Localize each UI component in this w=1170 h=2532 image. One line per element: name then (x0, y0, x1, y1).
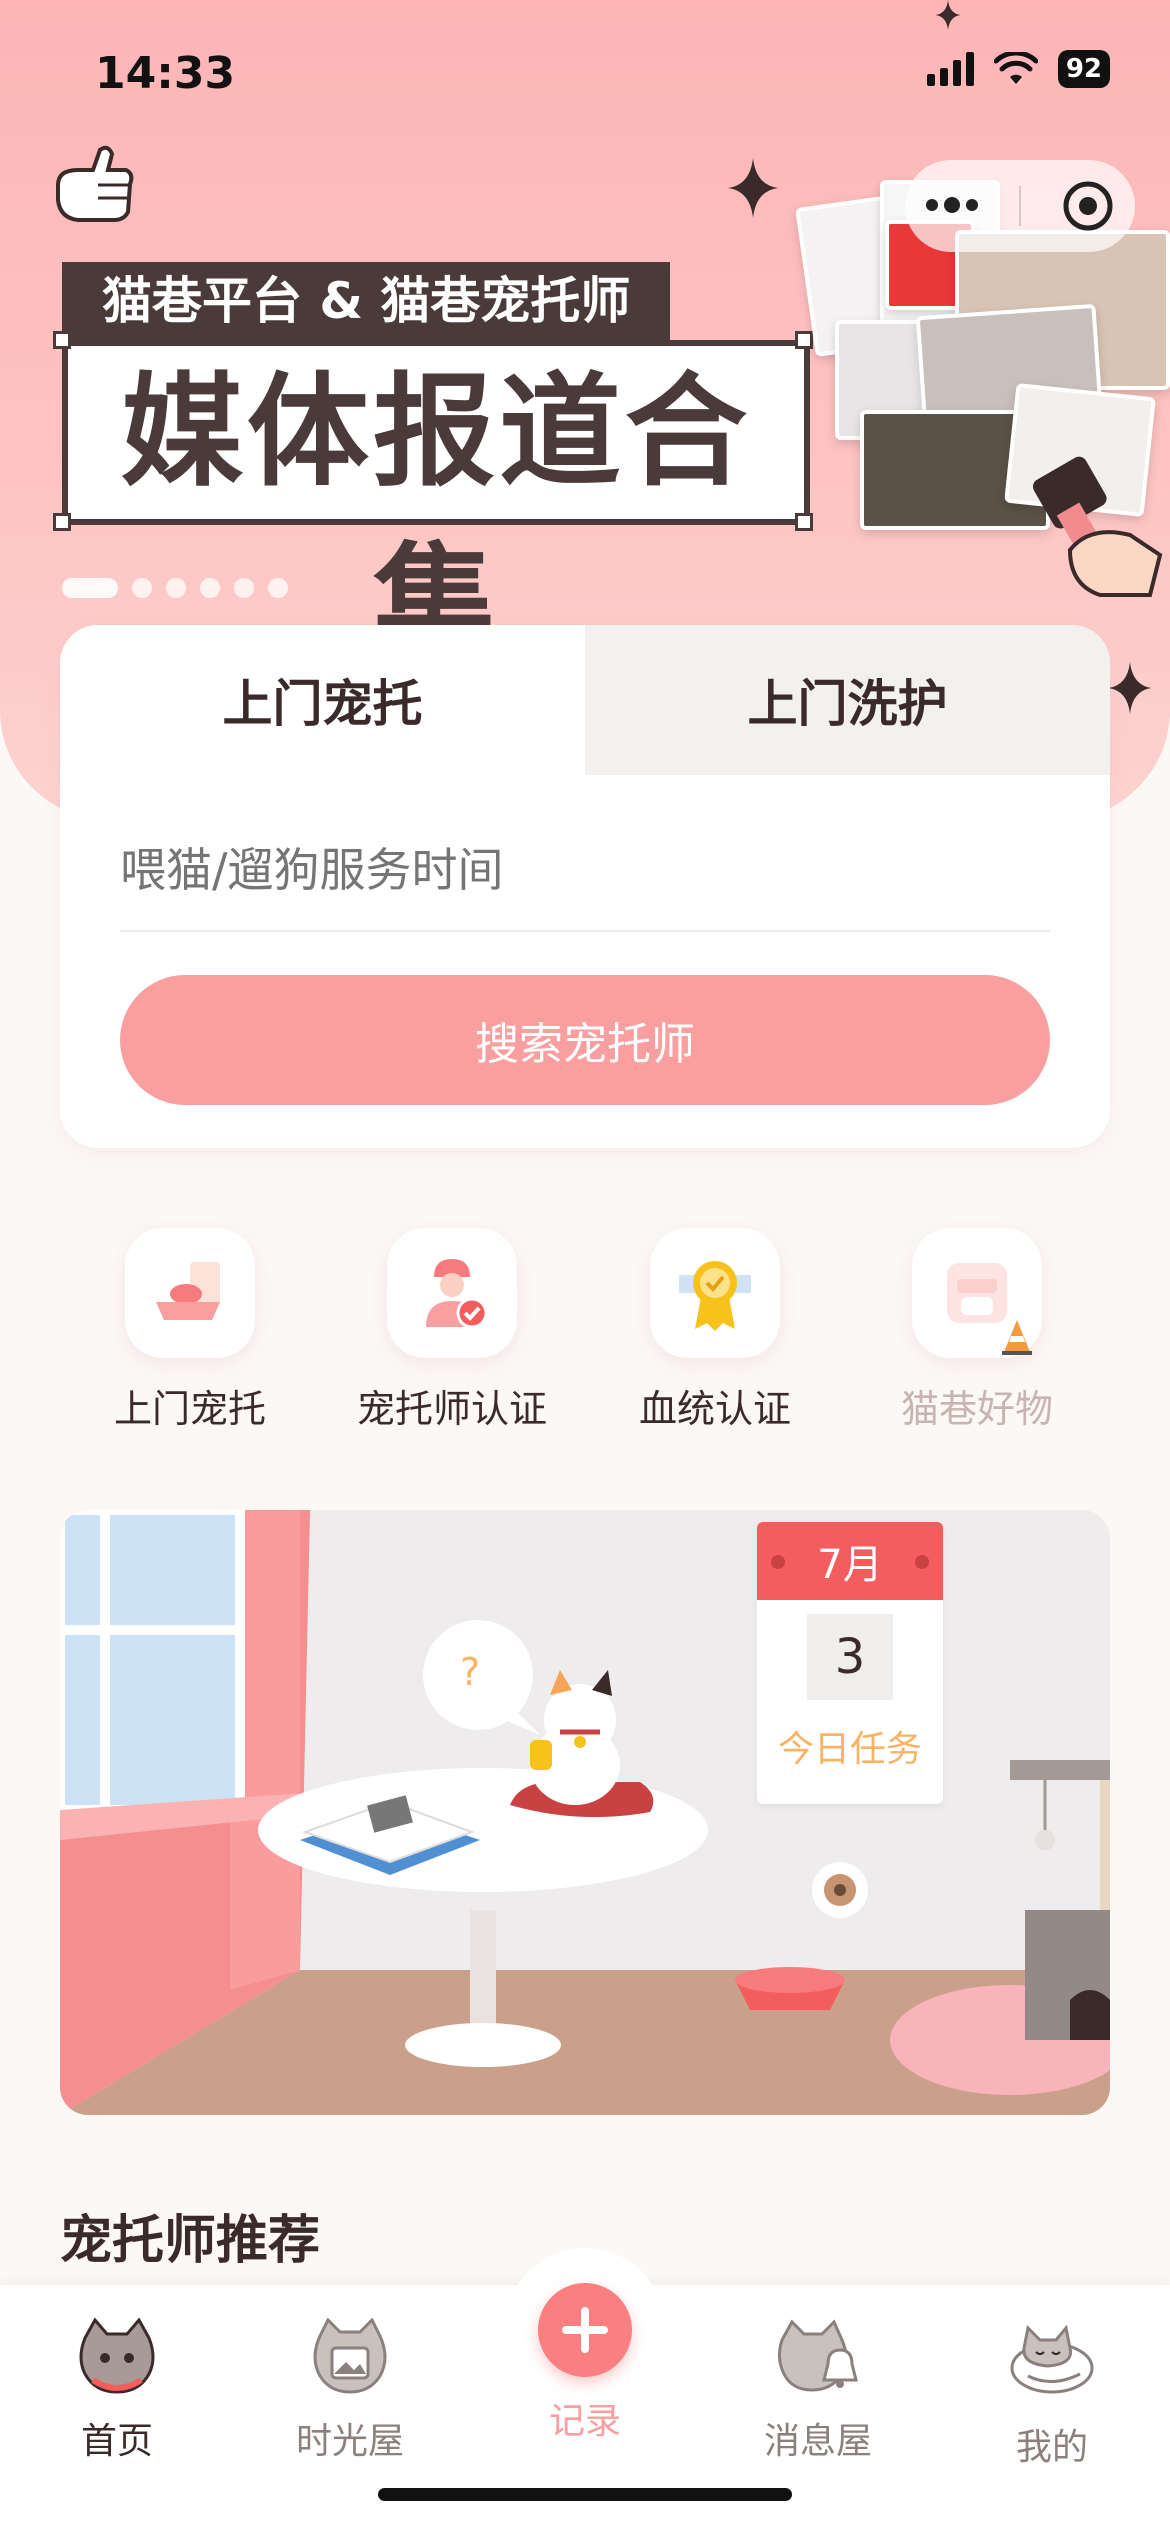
quick-entry-label: 上门宠托 (113, 1387, 266, 1431)
thumbs-up-icon (56, 145, 134, 222)
tab-home-pet-sitting[interactable]: 上门宠托 (60, 625, 585, 775)
carousel-dot[interactable] (62, 578, 118, 598)
divider (120, 930, 1050, 932)
nav-messages[interactable]: 消息屋 (733, 2318, 903, 2464)
frame-handle (53, 513, 71, 531)
cellular-signal-icon (926, 52, 974, 86)
award-badge-icon (679, 1261, 751, 1331)
verified-sitter-icon (426, 1259, 488, 1329)
calendar-month: 7月 (757, 1522, 943, 1600)
tab-home-grooming[interactable]: 上门洗护 (585, 625, 1110, 775)
cat-photo-icon (313, 2317, 387, 2394)
home-indicator (378, 2488, 792, 2501)
mini-program-capsule (905, 160, 1135, 252)
calendar-task-count: 3 (807, 1614, 893, 1700)
carousel-dot[interactable] (234, 578, 254, 598)
status-time: 14:33 (95, 48, 236, 99)
carousel-dot[interactable] (268, 578, 288, 598)
banner-subtitle: 猫巷平台 & 猫巷宠托师 (62, 262, 671, 340)
quick-entry-sitter-certification[interactable]: 宠托师认证 (357, 1228, 547, 1433)
sparkle-small-icon (935, 0, 961, 30)
booking-card: 上门宠托 上门洗护 搜索宠托师 (60, 625, 1110, 1148)
room-illustration (60, 1510, 1110, 2115)
nav-label-record[interactable]: 记录 (535, 2392, 635, 2444)
plus-icon (562, 2307, 608, 2353)
more-icon[interactable] (925, 197, 978, 213)
thought-bubble-text: ? (460, 1650, 481, 1694)
carousel-dot[interactable] (166, 578, 186, 598)
quick-entry-pedigree-certification[interactable]: 血统认证 (639, 1228, 791, 1433)
nav-label: 消息屋 (763, 2421, 872, 2462)
nav-label: 时光屋 (295, 2421, 404, 2462)
nav-time-house[interactable]: 时光屋 (265, 2317, 435, 2464)
carousel-dot[interactable] (132, 578, 152, 598)
wifi-icon (993, 52, 1038, 84)
cat-bell-icon (777, 2319, 858, 2392)
calendar-task-label: 今日任务 (777, 1729, 922, 1770)
quick-entry-home-pet-sitting[interactable]: 上门宠托 (114, 1228, 266, 1433)
quick-entry-label: 血统认证 (638, 1387, 791, 1431)
battery-icon: 92 (1057, 50, 1110, 88)
banner-title: 媒体报道合集 (62, 340, 810, 673)
carousel-indicator (62, 578, 288, 598)
close-target-icon[interactable] (1062, 180, 1114, 232)
sparkle-icon (728, 158, 778, 218)
quick-entry-shop[interactable]: 猫巷好物 (901, 1228, 1053, 1433)
quick-entry-label: 宠托师认证 (356, 1387, 547, 1431)
carousel-dot[interactable] (200, 578, 220, 598)
nav-label: 首页 (80, 2421, 153, 2462)
quick-entry-label: 猫巷好物 (900, 1387, 1053, 1431)
nav-home[interactable]: 首页 (32, 2317, 202, 2464)
daily-task-scene[interactable]: ? 7月 3 今日任务 (60, 1510, 1110, 2115)
sparkle-right-icon (1108, 662, 1152, 714)
nav-mine[interactable]: 我的 (967, 2318, 1137, 2470)
cat-home-icon (79, 2317, 155, 2394)
under-construction-cone-icon (1002, 1320, 1032, 1355)
frame-handle (53, 331, 71, 349)
nav-label: 我的 (1015, 2427, 1088, 2468)
cat-sleep-icon (1010, 2324, 1094, 2394)
service-time-input[interactable] (120, 825, 1050, 915)
microphone-hand-icon (1032, 456, 1163, 597)
today-task-calendar[interactable]: 7月 3 今日任务 (757, 1522, 943, 1804)
status-icons: 92 (926, 50, 1110, 88)
search-sitter-button[interactable]: 搜索宠托师 (120, 975, 1050, 1105)
pet-bowl-icon (156, 1262, 220, 1320)
record-add-button[interactable] (538, 2283, 632, 2377)
section-title-sitter-recommend: 宠托师推荐 (60, 2211, 321, 2271)
